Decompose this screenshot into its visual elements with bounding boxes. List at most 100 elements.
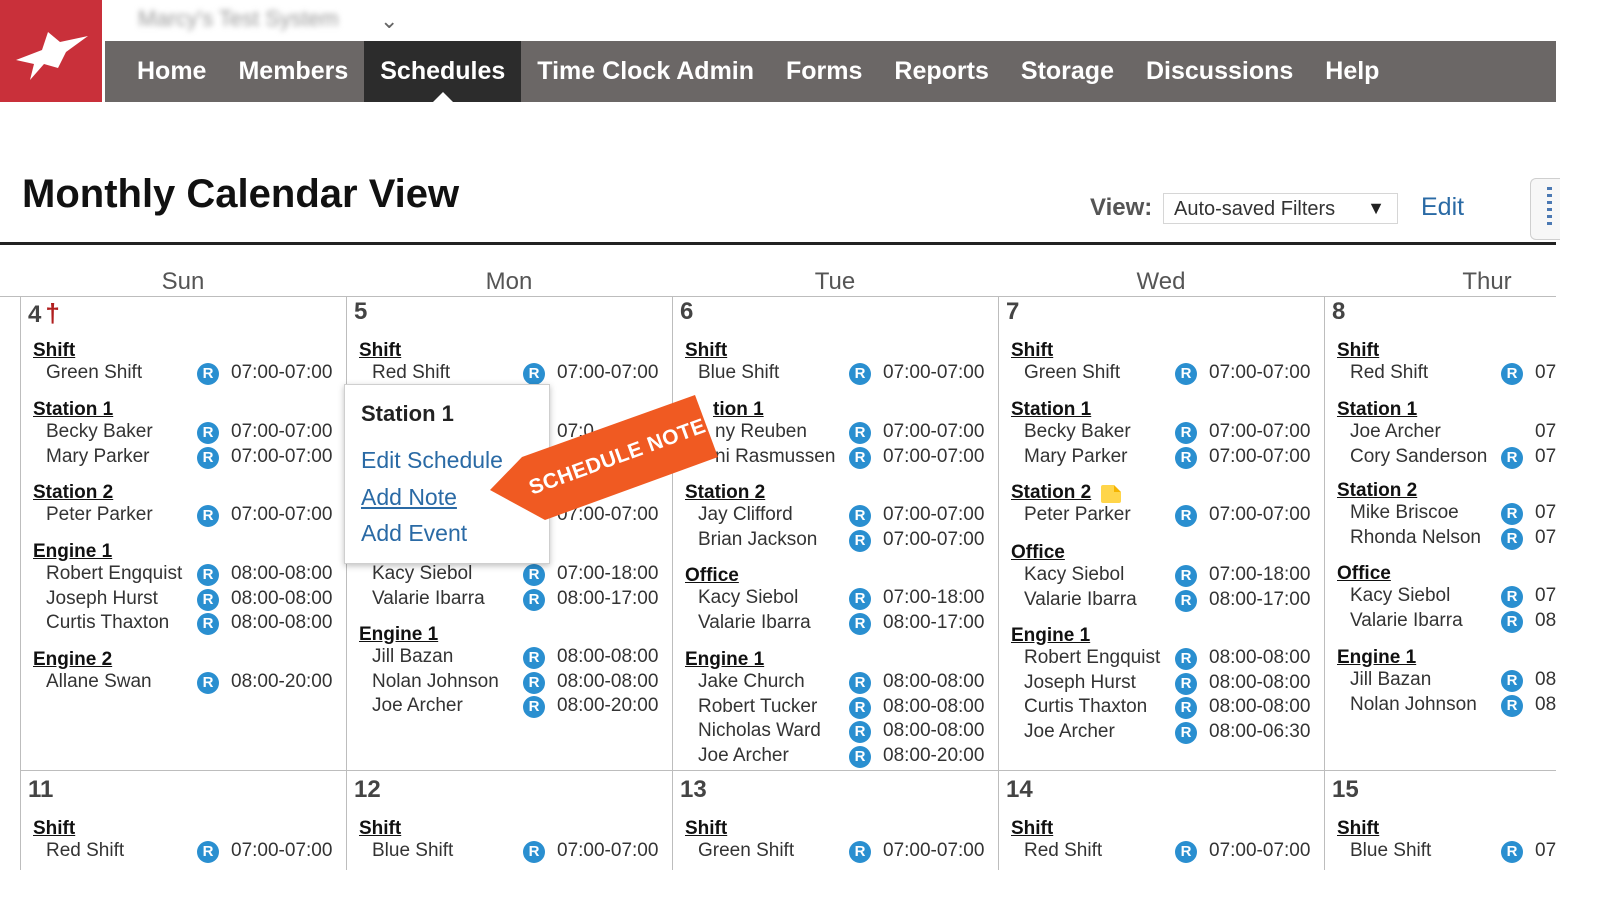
- schedule-person[interactable]: ni Rasmussen: [715, 446, 835, 468]
- schedule-person[interactable]: Becky Baker: [46, 421, 153, 443]
- view-filter-select[interactable]: Auto-saved Filters ▼: [1163, 193, 1398, 224]
- regular-status-badge[interactable]: R: [849, 612, 871, 635]
- edit-filters-link[interactable]: Edit: [1421, 193, 1464, 222]
- schedule-person[interactable]: Mary Parker: [46, 446, 149, 468]
- section-title[interactable]: Shift: [685, 340, 727, 362]
- regular-status-badge[interactable]: R: [197, 613, 219, 635]
- schedule-person[interactable]: Kacy Siebol: [698, 587, 798, 609]
- section-title[interactable]: Shift: [685, 818, 727, 840]
- section-title[interactable]: Shift: [1011, 818, 1053, 840]
- regular-status-badge[interactable]: R: [1175, 648, 1197, 670]
- regular-status-badge[interactable]: R: [523, 671, 545, 694]
- section-title[interactable]: Station 1: [33, 399, 113, 421]
- nav-help[interactable]: Help: [1309, 41, 1395, 102]
- schedule-person[interactable]: Joe Archer: [372, 695, 463, 717]
- regular-status-badge[interactable]: R: [197, 446, 219, 469]
- section-title[interactable]: Engine 1: [685, 649, 764, 671]
- section-title[interactable]: Shift: [359, 818, 401, 840]
- regular-status-badge[interactable]: R: [197, 422, 219, 444]
- schedule-person[interactable]: Red Shift: [372, 362, 450, 384]
- section-title[interactable]: Engine 1: [33, 541, 112, 563]
- schedule-person[interactable]: Nicholas Ward: [698, 720, 821, 742]
- regular-status-badge[interactable]: R: [1175, 505, 1197, 527]
- section-title[interactable]: Engine 1: [359, 624, 438, 646]
- regular-status-badge[interactable]: R: [1175, 841, 1197, 863]
- section-title[interactable]: Shift: [1011, 340, 1053, 362]
- schedule-person[interactable]: Curtis Thaxton: [46, 612, 169, 634]
- nav-storage[interactable]: Storage: [1005, 41, 1130, 102]
- schedule-person[interactable]: Nolan Johnson: [372, 671, 499, 693]
- regular-status-badge[interactable]: R: [849, 672, 871, 694]
- section-title[interactable]: Engine 2: [33, 649, 112, 671]
- schedule-person[interactable]: Red Shift: [46, 840, 124, 862]
- schedule-person[interactable]: Jake Church: [698, 671, 805, 693]
- schedule-person[interactable]: Mary Parker: [1024, 446, 1127, 468]
- schedule-person[interactable]: Nolan Johnson: [1350, 694, 1477, 716]
- schedule-person[interactable]: Mike Briscoe: [1350, 502, 1459, 524]
- regular-status-badge[interactable]: R: [523, 564, 545, 586]
- section-title[interactable]: Station 2: [1011, 482, 1091, 504]
- schedule-person[interactable]: Valarie Ibarra: [1024, 589, 1137, 611]
- schedule-person[interactable]: Peter Parker: [1024, 504, 1131, 526]
- schedule-person[interactable]: Valarie Ibarra: [372, 588, 485, 610]
- schedule-person[interactable]: Rhonda Nelson: [1350, 527, 1481, 549]
- section-title[interactable]: Shift: [359, 340, 401, 362]
- schedule-person[interactable]: Green Shift: [46, 362, 142, 384]
- schedule-person[interactable]: Blue Shift: [1350, 840, 1431, 862]
- schedule-person[interactable]: Red Shift: [1350, 362, 1428, 384]
- regular-status-badge[interactable]: R: [197, 505, 219, 527]
- section-title[interactable]: Shift: [1337, 818, 1379, 840]
- section-title[interactable]: Shift: [33, 818, 75, 840]
- schedule-person[interactable]: Joseph Hurst: [46, 588, 158, 610]
- schedule-person[interactable]: Robert Engquist: [46, 563, 182, 585]
- section-title[interactable]: Station 1: [1337, 399, 1417, 421]
- regular-status-badge[interactable]: R: [523, 588, 545, 611]
- schedule-person[interactable]: Joe Archer: [698, 745, 789, 767]
- section-title[interactable]: Engine 1: [1011, 625, 1090, 647]
- schedule-note-icon[interactable]: [1101, 485, 1121, 503]
- section-title[interactable]: Office: [685, 565, 739, 587]
- regular-status-badge[interactable]: R: [523, 696, 545, 718]
- regular-status-badge[interactable]: R: [1501, 670, 1523, 692]
- schedule-person[interactable]: Joe Archer: [1024, 721, 1115, 743]
- nav-home[interactable]: Home: [105, 41, 222, 102]
- regular-status-badge[interactable]: R: [849, 588, 871, 610]
- schedule-person[interactable]: Valarie Ibarra: [1350, 610, 1463, 632]
- regular-status-badge[interactable]: R: [1501, 694, 1523, 717]
- schedule-person[interactable]: Cory Sanderson: [1350, 446, 1487, 468]
- section-title[interactable]: Station 2: [33, 482, 113, 504]
- section-title[interactable]: Station 1: [1011, 399, 1091, 421]
- schedule-person[interactable]: Allane Swan: [46, 671, 152, 693]
- regular-status-badge[interactable]: R: [849, 745, 871, 768]
- regular-status-badge[interactable]: R: [849, 529, 871, 552]
- regular-status-badge[interactable]: R: [1175, 672, 1197, 695]
- regular-status-badge[interactable]: R: [849, 505, 871, 527]
- regular-status-badge[interactable]: R: [849, 363, 871, 385]
- regular-status-badge[interactable]: R: [1501, 586, 1523, 608]
- schedule-person[interactable]: Valarie Ibarra: [698, 612, 811, 634]
- section-title[interactable]: Station 2: [1337, 480, 1417, 502]
- schedule-person[interactable]: Becky Baker: [1024, 421, 1131, 443]
- schedule-person[interactable]: Kacy Siebol: [372, 563, 472, 585]
- regular-status-badge[interactable]: R: [523, 363, 545, 385]
- regular-status-badge[interactable]: R: [849, 721, 871, 743]
- regular-status-badge[interactable]: R: [1175, 721, 1197, 744]
- regular-status-badge[interactable]: R: [197, 841, 219, 863]
- nav-time-clock-admin[interactable]: Time Clock Admin: [521, 41, 770, 102]
- section-title[interactable]: tion 1: [713, 399, 764, 421]
- schedule-person[interactable]: Robert Tucker: [698, 696, 817, 718]
- regular-status-badge[interactable]: R: [197, 672, 219, 694]
- regular-status-badge[interactable]: R: [1501, 363, 1523, 385]
- app-logo[interactable]: [0, 0, 102, 102]
- nav-members[interactable]: Members: [222, 41, 364, 102]
- section-title[interactable]: Office: [1011, 542, 1065, 564]
- nav-schedules[interactable]: Schedules: [364, 41, 522, 102]
- schedule-person[interactable]: Green Shift: [698, 840, 794, 862]
- regular-status-badge[interactable]: R: [849, 696, 871, 719]
- nav-reports[interactable]: Reports: [878, 41, 1004, 102]
- regular-status-badge[interactable]: R: [1175, 589, 1197, 612]
- regular-status-badge[interactable]: R: [523, 647, 545, 669]
- schedule-person[interactable]: Jill Bazan: [1350, 669, 1431, 691]
- add-event-link[interactable]: Add Event: [361, 520, 467, 547]
- regular-status-badge[interactable]: R: [1175, 363, 1197, 385]
